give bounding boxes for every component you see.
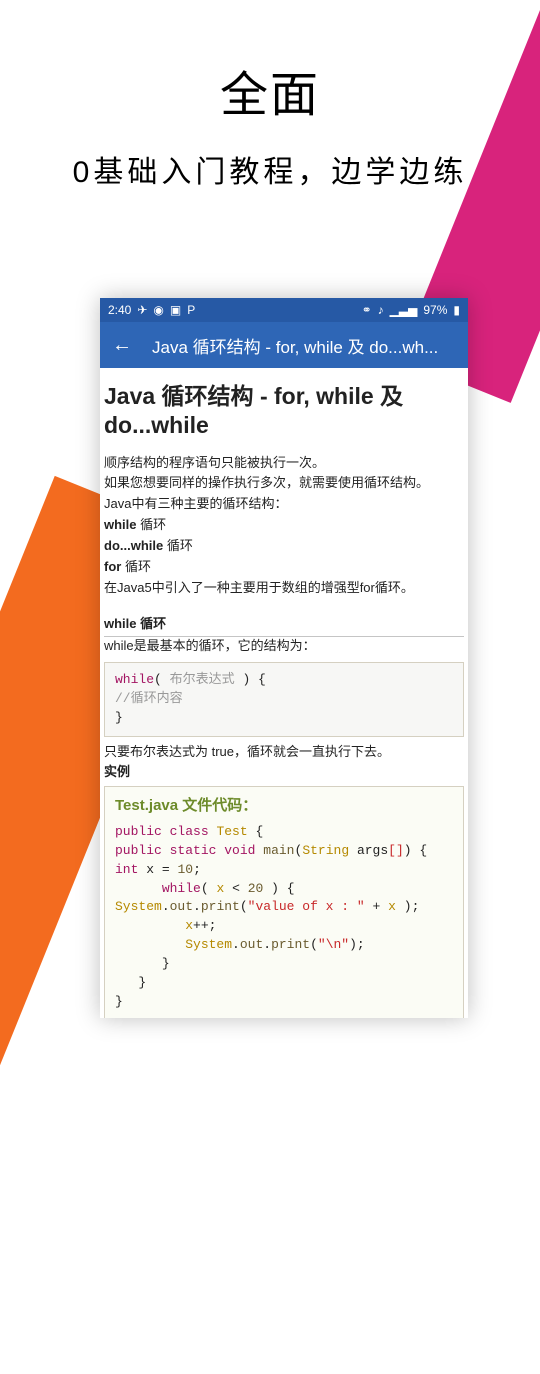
appbar-title: Java 循环结构 - for, while 及 do...wh... <box>152 333 456 358</box>
dialer-icon: ▣ <box>170 303 181 317</box>
battery-icon: ▮ <box>453 303 460 317</box>
camera-icon: ◉ <box>153 303 163 317</box>
file-label: Test.java 文件代码： <box>115 795 453 817</box>
status-bar: 2:40 ✈ ◉ ▣ P ⚭ ♪ ▁▃▅ 97% ▮ <box>100 298 468 322</box>
section-title: while 循环 <box>104 615 464 637</box>
document-content[interactable]: Java 循环结构 - for, while 及 do...while 顺序结构… <box>100 368 468 1018</box>
paragraph: Java中有三种主要的循环结构： <box>104 495 464 514</box>
list-item: do...while 循环 <box>104 537 464 556</box>
code-block: while( 布尔表达式 ) { //循环内容 } <box>104 662 464 737</box>
back-icon[interactable]: ← <box>112 334 132 357</box>
example-label: 实例 <box>104 763 464 782</box>
status-time: 2:40 <box>108 303 131 317</box>
paragraph: 只要布尔表达式为 true，循环就会一直执行下去。 <box>104 743 464 762</box>
telegram-icon: ✈ <box>137 303 147 317</box>
mute-icon: ♪ <box>378 303 384 317</box>
device-frame: 2:40 ✈ ◉ ▣ P ⚭ ♪ ▁▃▅ 97% ▮ ← Java 循环结构 -… <box>100 298 468 1018</box>
paragraph: 如果您想要同样的操作执行多次，就需要使用循环结构。 <box>104 474 464 493</box>
page-title: Java 循环结构 - for, while 及 do...while <box>104 382 464 440</box>
bluetooth-icon: ⚭ <box>362 303 372 317</box>
example-box: Test.java 文件代码： public class Test { publ… <box>104 786 464 1018</box>
promo-sub: 0基础入门教程，边学边练 <box>0 147 540 191</box>
signal-icon: ▁▃▅ <box>390 303 418 317</box>
list-item: while 循环 <box>104 516 464 535</box>
list-item: for 循环 <box>104 558 464 577</box>
app-bar: ← Java 循环结构 - for, while 及 do...wh... <box>100 322 468 368</box>
paragraph: while是最基本的循环，它的结构为： <box>104 637 464 656</box>
p-icon: P <box>187 303 195 317</box>
promo-heading: 全面 <box>0 55 540 125</box>
paragraph: 在Java5中引入了一种主要用于数组的增强型for循环。 <box>104 579 464 598</box>
paragraph: 顺序结构的程序语句只能被执行一次。 <box>104 454 464 473</box>
battery-pct: 97% <box>423 303 447 317</box>
